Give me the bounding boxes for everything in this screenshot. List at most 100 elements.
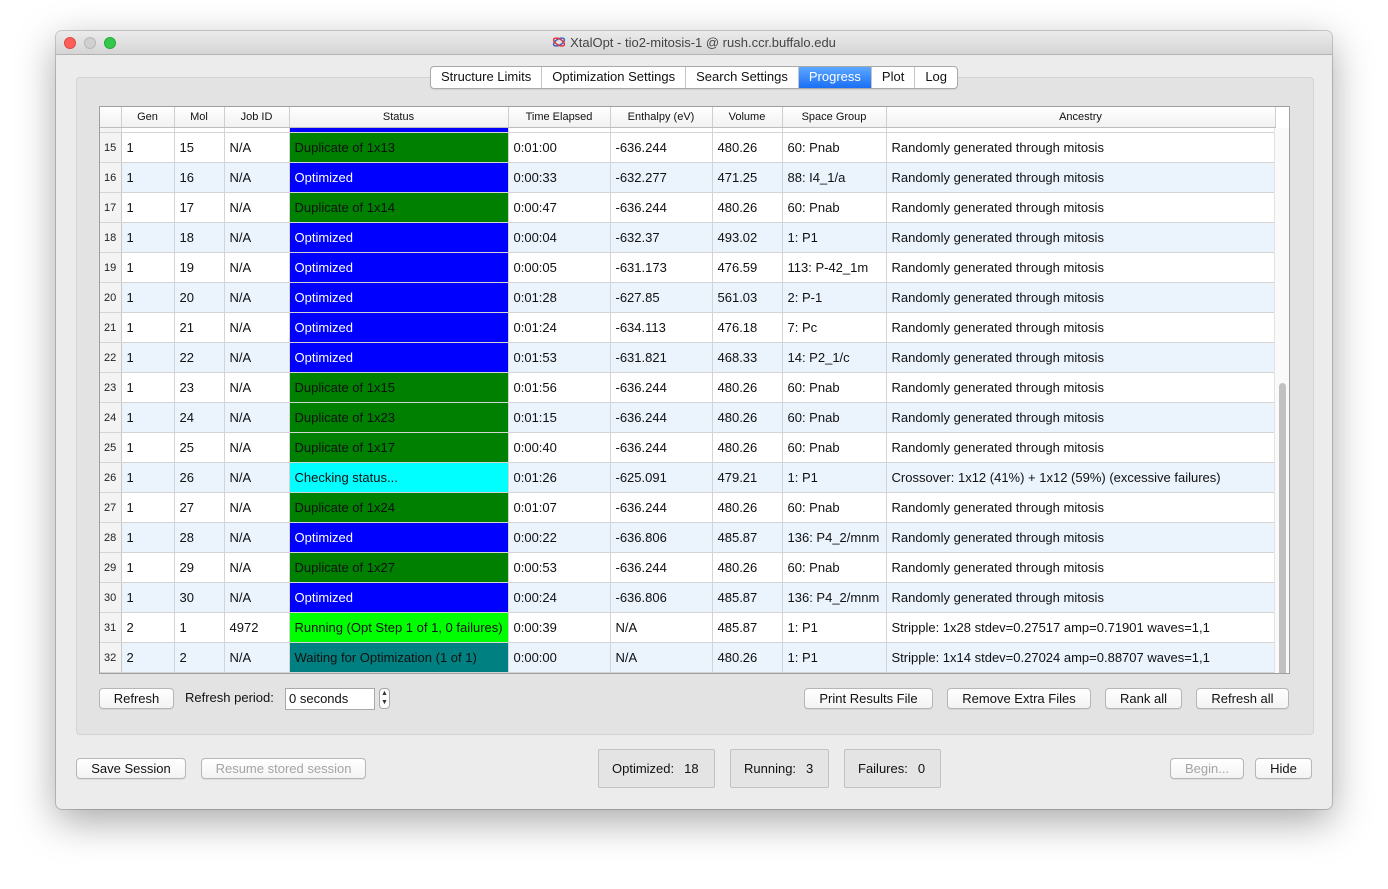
ancestry-cell: Randomly generated through mitosis (886, 342, 1276, 373)
ancestry-cell: Randomly generated through mitosis (886, 522, 1276, 553)
time-cell: 0:01:07 (508, 492, 611, 523)
volume-cell: 485.87 (712, 612, 783, 643)
table-row[interactable]: 19 1 19 N/A Optimized 0:00:05 -631.173 476.59 11… (100, 252, 1276, 283)
volume-cell: 480.26 (712, 432, 783, 463)
save-session-button[interactable]: Save Session (76, 758, 186, 779)
column-header-gen[interactable]: Gen (121, 107, 175, 128)
row-number: 32 (100, 642, 122, 673)
time-cell: 0:00:24 (508, 582, 611, 613)
time-cell: 0:01:26 (508, 462, 611, 493)
mol-cell: 24 (174, 402, 225, 433)
table-row[interactable]: 15 1 15 N/A Duplicate of 1x13 0:01:00 -636.244… (100, 132, 1276, 163)
column-header-status[interactable]: Status (289, 107, 509, 128)
gen-cell: 1 (121, 252, 175, 283)
refresh-button[interactable]: Refresh (99, 688, 174, 709)
status-cell: Optimized (289, 582, 509, 613)
column-header-volume[interactable]: Volume (712, 107, 783, 128)
table-row[interactable]: 24 1 24 N/A Duplicate of 1x23 0:01:15 -636.244… (100, 402, 1276, 433)
vertical-scrollbar[interactable] (1274, 128, 1289, 673)
optimized-count: 18 (684, 761, 699, 776)
progress-table-container: Gen Mol Job ID Status Time Elapsed Enthalpy (… (99, 106, 1290, 674)
row-number: 23 (100, 372, 122, 403)
column-header-job-id[interactable]: Job ID (224, 107, 290, 128)
tab-search-settings[interactable]: Search Settings (686, 67, 799, 88)
status-cell: Duplicate of 1x24 (289, 492, 509, 523)
tab-structure-limits[interactable]: Structure Limits (431, 67, 543, 88)
gen-cell: 1 (121, 522, 175, 553)
gen-cell: 1 (121, 342, 175, 373)
tab-optimization-settings[interactable]: Optimization Settings (542, 67, 687, 88)
gen-cell: 1 (121, 222, 175, 253)
time-cell: 0:00:33 (508, 162, 611, 193)
hide-button[interactable]: Hide (1255, 758, 1312, 779)
vertical-scroll-thumb[interactable] (1279, 383, 1286, 673)
mol-cell: 16 (174, 162, 225, 193)
table-row[interactable]: 31 2 1 4972 Running (Opt Step 1 of 1, 0 fail… (100, 612, 1276, 643)
time-cell: 0:00:40 (508, 432, 611, 463)
time-cell: 0:01:00 (508, 132, 611, 163)
table-row[interactable]: 17 1 17 N/A Duplicate of 1x14 0:00:47 -636.244… (100, 192, 1276, 223)
enthalpy-cell: -632.277 (610, 162, 713, 193)
running-count-box: Running: 3 (730, 749, 829, 788)
enthalpy-cell: -627.85 (610, 282, 713, 313)
ancestry-cell: Randomly generated through mitosis (886, 222, 1276, 253)
status-cell: Duplicate of 1x13 (289, 132, 509, 163)
enthalpy-cell: -636.244 (610, 132, 713, 163)
column-header-time-elapsed[interactable]: Time Elapsed (508, 107, 611, 128)
tab-plot[interactable]: Plot (872, 67, 916, 88)
table-row[interactable]: 29 1 29 N/A Duplicate of 1x27 0:00:53 -636.244… (100, 552, 1276, 583)
spacegroup-cell: 60: Pnab (782, 432, 887, 463)
status-cell: Optimized (289, 282, 509, 313)
refresh-all-button[interactable]: Refresh all (1196, 688, 1289, 709)
table-row[interactable]: 32 2 2 N/A Waiting for Optimization (1 of 1)… (100, 642, 1276, 673)
time-cell: 0:00:05 (508, 252, 611, 283)
column-header-ancestry[interactable]: Ancestry (886, 107, 1276, 128)
volume-cell: 471.25 (712, 162, 783, 193)
table-row[interactable]: 22 1 22 N/A Optimized 0:01:53 -631.821 468.33 14… (100, 342, 1276, 373)
print-results-file-button[interactable]: Print Results File (804, 688, 933, 709)
table-row[interactable]: 25 1 25 N/A Duplicate of 1x17 0:00:40 -636.244… (100, 432, 1276, 463)
enthalpy-cell: -636.244 (610, 402, 713, 433)
status-cell: Optimized (289, 162, 509, 193)
begin-button[interactable]: Begin... (1170, 758, 1244, 779)
table-row[interactable]: 26 1 26 N/A Checking status... 0:01:26 -625.09… (100, 462, 1276, 493)
mol-cell: 26 (174, 462, 225, 493)
table-row[interactable]: 30 1 30 N/A Optimized 0:00:24 -636.806 485.87 13… (100, 582, 1276, 613)
table-row[interactable]: 18 1 18 N/A Optimized 0:00:04 -632.37 493.02 1: … (100, 222, 1276, 253)
table-row[interactable]: 23 1 23 N/A Duplicate of 1x15 0:01:56 -636.244… (100, 372, 1276, 403)
rank-all-button[interactable]: Rank all (1105, 688, 1182, 709)
refresh-period-input[interactable]: 0 seconds (285, 688, 375, 710)
column-header-mol[interactable]: Mol (174, 107, 225, 128)
volume-cell: 480.26 (712, 402, 783, 433)
job-cell: N/A (224, 222, 290, 253)
table-row[interactable]: 21 1 21 N/A Optimized 0:01:24 -634.113 476.18 7:… (100, 312, 1276, 343)
tab-log[interactable]: Log (915, 67, 957, 88)
spacegroup-cell: 1: P1 (782, 612, 887, 643)
job-cell: N/A (224, 252, 290, 283)
column-header-space-group[interactable]: Space Group (782, 107, 887, 128)
stepper-down-icon[interactable]: ▼ (380, 698, 389, 707)
spacegroup-cell: 2: P-1 (782, 282, 887, 313)
window-title: XtalOpt - tio2-mitosis-1 @ rush.ccr.buff… (570, 35, 836, 50)
running-count: 3 (806, 761, 814, 776)
table-row[interactable]: 28 1 28 N/A Optimized 0:00:22 -636.806 485.87 13… (100, 522, 1276, 553)
table-row[interactable]: 20 1 20 N/A Optimized 0:01:28 -627.85 561.03 2: … (100, 282, 1276, 313)
time-cell: 0:01:53 (508, 342, 611, 373)
refresh-period-stepper[interactable]: ▲ ▼ (379, 688, 390, 709)
ancestry-cell: Randomly generated through mitosis (886, 282, 1276, 313)
table-row[interactable]: 16 1 16 N/A Optimized 0:00:33 -632.277 471.25 88… (100, 162, 1276, 193)
volume-cell: 493.02 (712, 222, 783, 253)
volume-cell: 480.26 (712, 492, 783, 523)
time-cell: 0:00:53 (508, 552, 611, 583)
stepper-up-icon[interactable]: ▲ (380, 689, 389, 698)
gen-cell: 2 (121, 642, 175, 673)
row-number: 21 (100, 312, 122, 343)
time-cell: 0:00:00 (508, 642, 611, 673)
table-row[interactable]: 27 1 27 N/A Duplicate of 1x24 0:01:07 -636.244… (100, 492, 1276, 523)
column-header-enthalpy-ev[interactable]: Enthalpy (eV) (610, 107, 713, 128)
remove-extra-files-button[interactable]: Remove Extra Files (947, 688, 1091, 709)
resume-stored-session-button[interactable]: Resume stored session (201, 758, 366, 779)
tab-progress[interactable]: Progress (798, 67, 872, 88)
running-label: Running: (744, 761, 797, 776)
enthalpy-cell: -634.113 (610, 312, 713, 343)
